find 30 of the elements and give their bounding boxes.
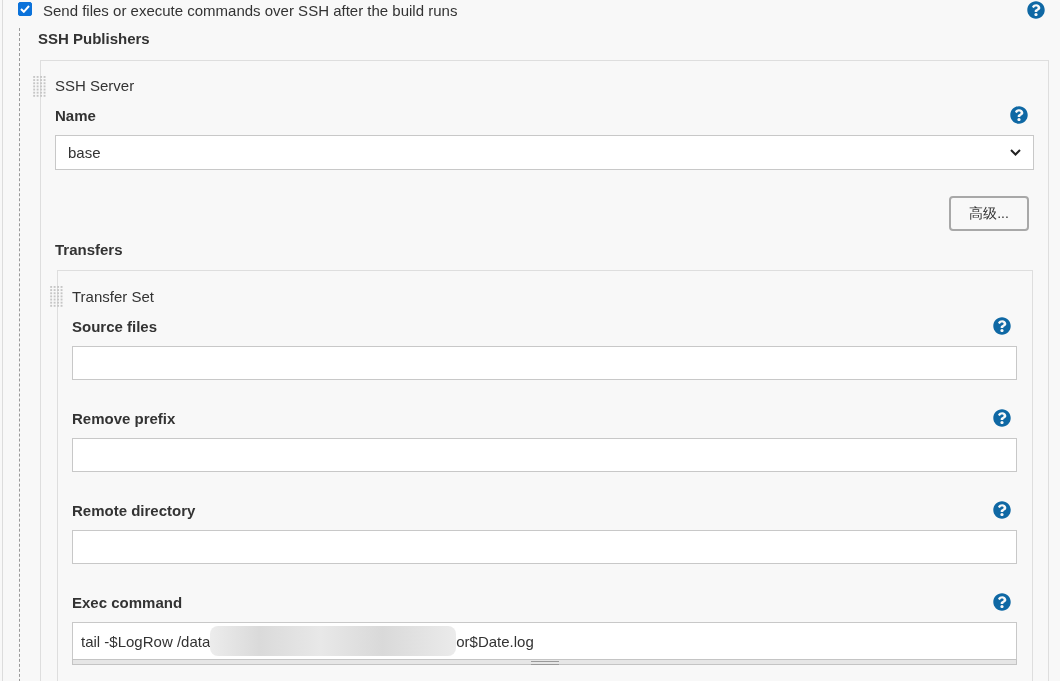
checkbox[interactable] (18, 2, 32, 16)
text-input[interactable] (72, 346, 1017, 380)
chevron-down-icon (1010, 149, 1021, 156)
checkbox-label: Send files or execute commands over SSH after the build runs (43, 2, 459, 20)
field-label: Exec command (72, 593, 183, 611)
help-icon[interactable] (993, 592, 1011, 611)
resize-handle[interactable] (72, 659, 1017, 665)
field-label: Source files (72, 317, 158, 335)
section-title: SSH Publishers (38, 29, 151, 49)
help-icon[interactable] (993, 500, 1011, 519)
advanced-button[interactable]: 高级... (949, 196, 1029, 231)
panel-title: Transfer Set (72, 287, 155, 307)
transfers-title: Transfers (55, 240, 124, 260)
checkmark-icon (20, 5, 30, 13)
panel-title: SSH Server (55, 76, 136, 96)
drag-handle-icon[interactable] (50, 286, 63, 307)
command-text: or$Date.log (456, 632, 534, 650)
help-icon[interactable] (1010, 105, 1028, 124)
name-select[interactable]: base (55, 135, 1034, 170)
field-label: Name (55, 106, 96, 124)
text-input[interactable] (72, 530, 1017, 564)
help-icon[interactable] (993, 316, 1011, 335)
command-text: tail -$LogRow /data (81, 632, 211, 650)
drag-handle-icon[interactable] (33, 76, 46, 97)
help-icon[interactable] (1027, 1, 1045, 19)
help-icon[interactable] (993, 408, 1011, 427)
field-label: Remote directory (72, 501, 196, 519)
field-label: Remove prefix (72, 409, 176, 427)
command-textarea[interactable]: tail -$LogRow /data or$Date.log (72, 622, 1017, 659)
text-input[interactable] (72, 438, 1017, 472)
